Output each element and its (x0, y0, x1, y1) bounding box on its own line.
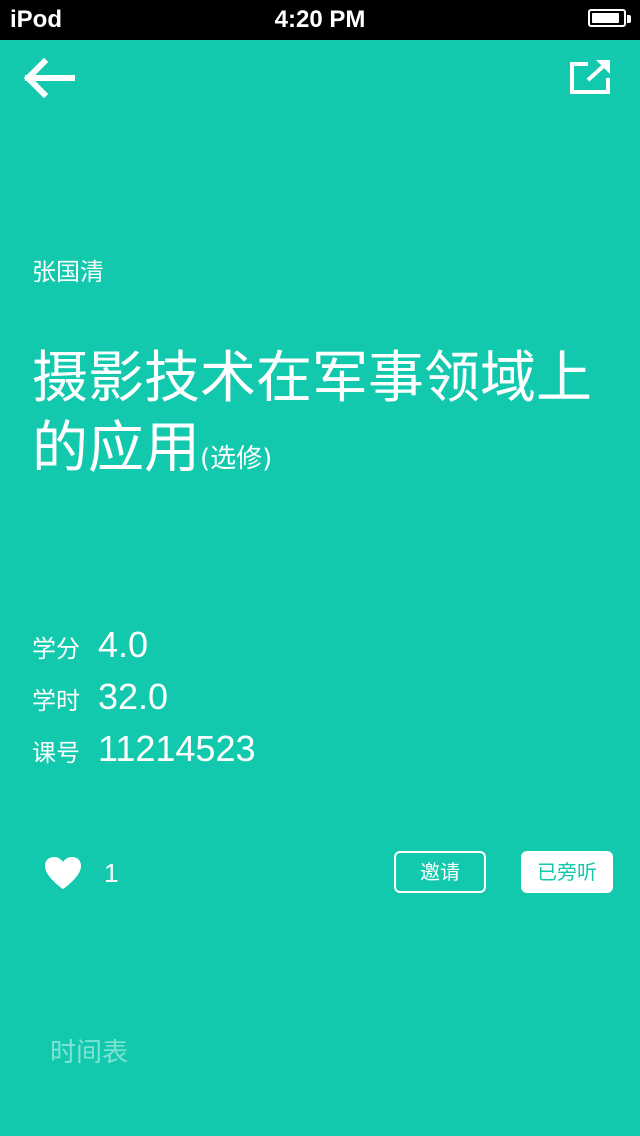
course-code-row: 课号 11214523 (32, 728, 256, 770)
credit-label: 学分 (32, 635, 80, 663)
audited-button[interactable]: 已旁听 (521, 851, 613, 893)
schedule-tab[interactable]: 时间表 (50, 1032, 128, 1069)
battery-tip (627, 15, 631, 23)
credit-value: 4.0 (98, 624, 149, 665)
back-button[interactable] (22, 56, 78, 100)
invite-button[interactable]: 邀请 (394, 851, 486, 893)
share-icon (570, 60, 610, 94)
course-code-label: 课号 (32, 739, 80, 767)
battery-icon (588, 9, 626, 27)
clock: 4:20 PM (274, 6, 366, 33)
teacher-name: 张国清 (32, 258, 104, 286)
hours-row: 学时 32.0 (32, 676, 168, 718)
credit-row: 学分 4.0 (32, 624, 148, 666)
battery-level (592, 13, 619, 23)
heart-icon (45, 857, 81, 889)
like-count: 1 (104, 858, 119, 888)
arrow-left-icon (23, 57, 75, 99)
status-bar: iPod 4:20 PM (0, 0, 640, 40)
course-title-text: 摄影技术在军事领域上的应用 (32, 346, 592, 481)
like-button[interactable] (44, 856, 82, 890)
share-button[interactable] (564, 56, 616, 100)
hours-label: 学时 (32, 687, 80, 715)
hours-value: 32.0 (98, 676, 169, 717)
course-tag: (选修) (200, 444, 273, 474)
course-code-value: 11214523 (98, 728, 256, 769)
course-title: 摄影技术在军事领域上的应用(选修) (32, 344, 592, 494)
